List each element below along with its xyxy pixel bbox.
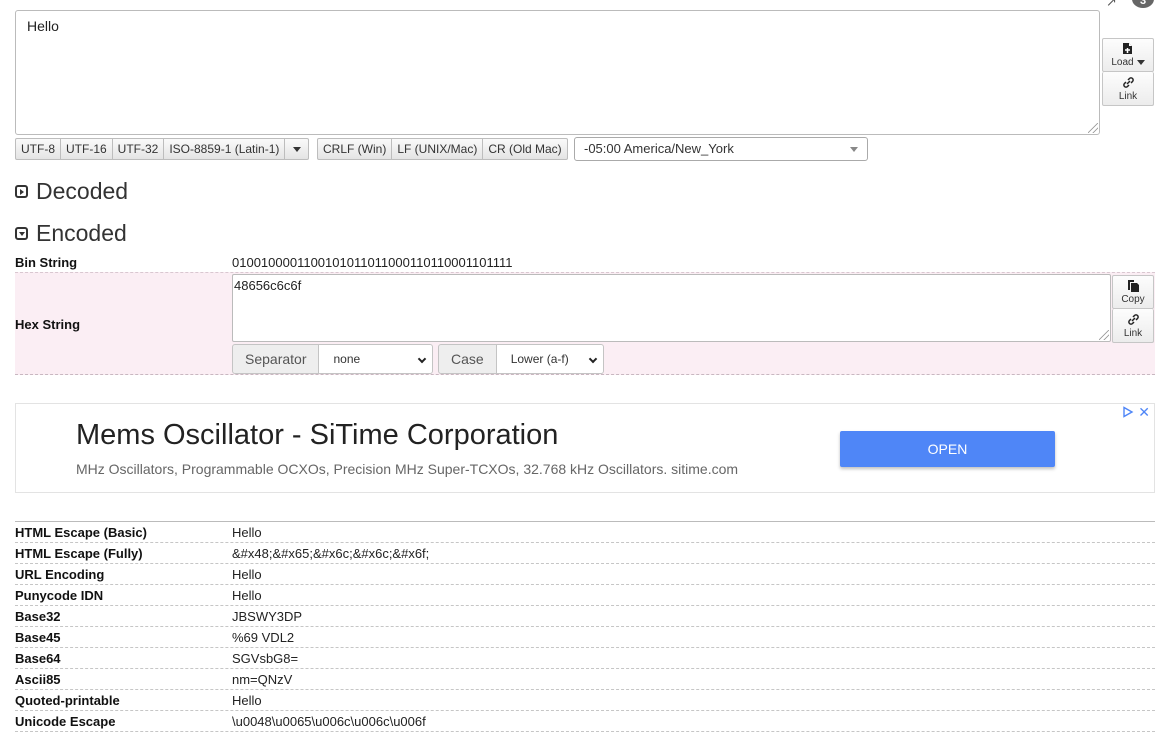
encodings-table: HTML Escape (Basic) Hello HTML Escape (Fu… (15, 521, 1155, 732)
row-value: Hello (232, 692, 262, 708)
ad-open-button[interactable]: OPEN (840, 431, 1055, 467)
encoded-heading: Encoded (36, 220, 127, 246)
case-value: Lower (a-f) (510, 352, 569, 366)
count-badge: 3 (1132, 0, 1154, 8)
hex-side-buttons: Copy Link (1112, 275, 1154, 343)
table-row: Base32 JBSWY3DP (15, 606, 1155, 627)
row-value: &#x48;&#x65;&#x6c;&#x6c;&#x6f; (232, 545, 430, 561)
bin-string-value: 0100100001100101011011000110110001101111 (232, 255, 513, 270)
encoding-utf8[interactable]: UTF-8 (15, 138, 61, 160)
table-row: HTML Escape (Basic) Hello (15, 522, 1155, 543)
separator-value: none (333, 352, 361, 366)
encoding-group: UTF-8 UTF-16 UTF-32 ISO-8859-1 (Latin-1) (15, 138, 310, 160)
line-ending-cr[interactable]: CR (Old Mac) (483, 138, 568, 160)
encoding-utf32[interactable]: UTF-32 (112, 138, 165, 160)
row-value: Hello (232, 587, 262, 603)
load-label: Load (1111, 57, 1134, 68)
encoding-more-button[interactable] (285, 138, 310, 160)
row-label: Ascii85 (15, 671, 61, 687)
chevron-down-icon (850, 147, 858, 152)
table-row: URL Encoding Hello (15, 564, 1155, 585)
row-value: JBSWY3DP (232, 608, 303, 624)
ad-description: MHz Oscillators, Programmable OCXOs, Pre… (76, 461, 739, 477)
line-ending-crlf[interactable]: CRLF (Win) (317, 138, 393, 160)
case-group: Case Lower (a-f) (438, 344, 604, 374)
table-row: Base45 %69 VDL2 (15, 627, 1155, 648)
input-text: Hello (27, 18, 59, 34)
copy-icon (1127, 280, 1139, 292)
file-load-icon (1123, 43, 1132, 54)
expand-icon (15, 185, 28, 198)
link-icon (1122, 76, 1134, 88)
copy-label: Copy (1121, 294, 1145, 305)
collapse-icon (15, 227, 28, 240)
hex-string-textarea[interactable]: 48656c6c6f (232, 274, 1111, 342)
separator-group: Separator none (232, 344, 434, 374)
resize-grip-icon[interactable] (1099, 330, 1109, 340)
hex-link-button[interactable]: Link (1112, 309, 1154, 343)
ad-close-icon[interactable]: ✕ (1138, 404, 1150, 421)
row-value: \u0048\u0065\u006c\u006c\u006f (232, 713, 426, 729)
bin-string-label: Bin String (15, 255, 78, 270)
row-label: HTML Escape (Fully) (15, 545, 143, 561)
row-value: %69 VDL2 (232, 629, 295, 645)
chevron-down-icon (588, 354, 597, 364)
input-textarea[interactable]: Hello (15, 10, 1100, 135)
row-label: URL Encoding (15, 566, 105, 582)
table-row: Base64 SGVsbG8= (15, 648, 1155, 669)
decoded-heading: Decoded (36, 178, 129, 204)
row-label: Unicode Escape (15, 713, 116, 729)
hex-link-label: Link (1123, 327, 1143, 339)
row-label: Base45 (15, 629, 61, 645)
row-value: SGVsbG8= (232, 650, 299, 666)
row-label: Punycode IDN (15, 587, 104, 603)
case-select[interactable]: Lower (a-f) (496, 344, 604, 374)
row-value: nm=QNzV (232, 671, 293, 687)
resize-grip-icon[interactable] (1088, 123, 1098, 133)
link-label: Link (1118, 90, 1138, 102)
separator-label: Separator (232, 344, 320, 374)
row-label: Base64 (15, 650, 61, 666)
table-row: Quoted-printable Hello (15, 690, 1155, 711)
ad-choices-icon[interactable] (1122, 406, 1134, 418)
timezone-value: -05:00 America/New_York (584, 141, 734, 156)
link-icon (1127, 313, 1139, 325)
ad-title[interactable]: Mems Oscillator - SiTime Corporation (76, 419, 558, 452)
encoded-section-toggle[interactable]: Encoded (15, 220, 127, 247)
row-label: Base32 (15, 608, 61, 624)
hex-string-value: 48656c6c6f (234, 278, 302, 293)
copy-button[interactable]: Copy (1112, 275, 1154, 309)
line-ending-lf[interactable]: LF (UNIX/Mac) (392, 138, 484, 160)
separator-select[interactable]: none (319, 344, 434, 374)
row-label: Quoted-printable (15, 692, 120, 708)
case-label: Case (438, 344, 497, 374)
encoding-utf16[interactable]: UTF-16 (61, 138, 113, 160)
row-value: Hello (232, 524, 262, 540)
hex-string-label: Hex String (15, 317, 81, 332)
expand-arrow-icon[interactable]: ↗ (1106, 0, 1117, 10)
row-label: HTML Escape (Basic) (15, 524, 147, 540)
input-side-buttons: Load Link (1102, 38, 1154, 106)
chevron-down-icon (1136, 60, 1145, 65)
chevron-down-icon (418, 354, 427, 364)
ad-banner[interactable]: Mems Oscillator - SiTime Corporation MHz… (15, 403, 1155, 493)
encoding-latin1[interactable]: ISO-8859-1 (Latin-1) (164, 138, 286, 160)
decoded-section-toggle[interactable]: Decoded (15, 178, 128, 205)
load-button[interactable]: Load (1102, 38, 1154, 72)
table-row: HTML Escape (Fully) &#x48;&#x65;&#x6c;&#x… (15, 543, 1155, 564)
line-ending-group: CRLF (Win) LF (UNIX/Mac) CR (Old Mac) (317, 138, 568, 160)
link-button[interactable]: Link (1102, 72, 1154, 106)
chevron-down-icon (292, 146, 301, 152)
table-row: Ascii85 nm=QNzV (15, 669, 1155, 690)
row-value: Hello (232, 566, 262, 582)
timezone-select[interactable]: -05:00 America/New_York (574, 137, 868, 161)
table-row: Punycode IDN Hello (15, 585, 1155, 606)
